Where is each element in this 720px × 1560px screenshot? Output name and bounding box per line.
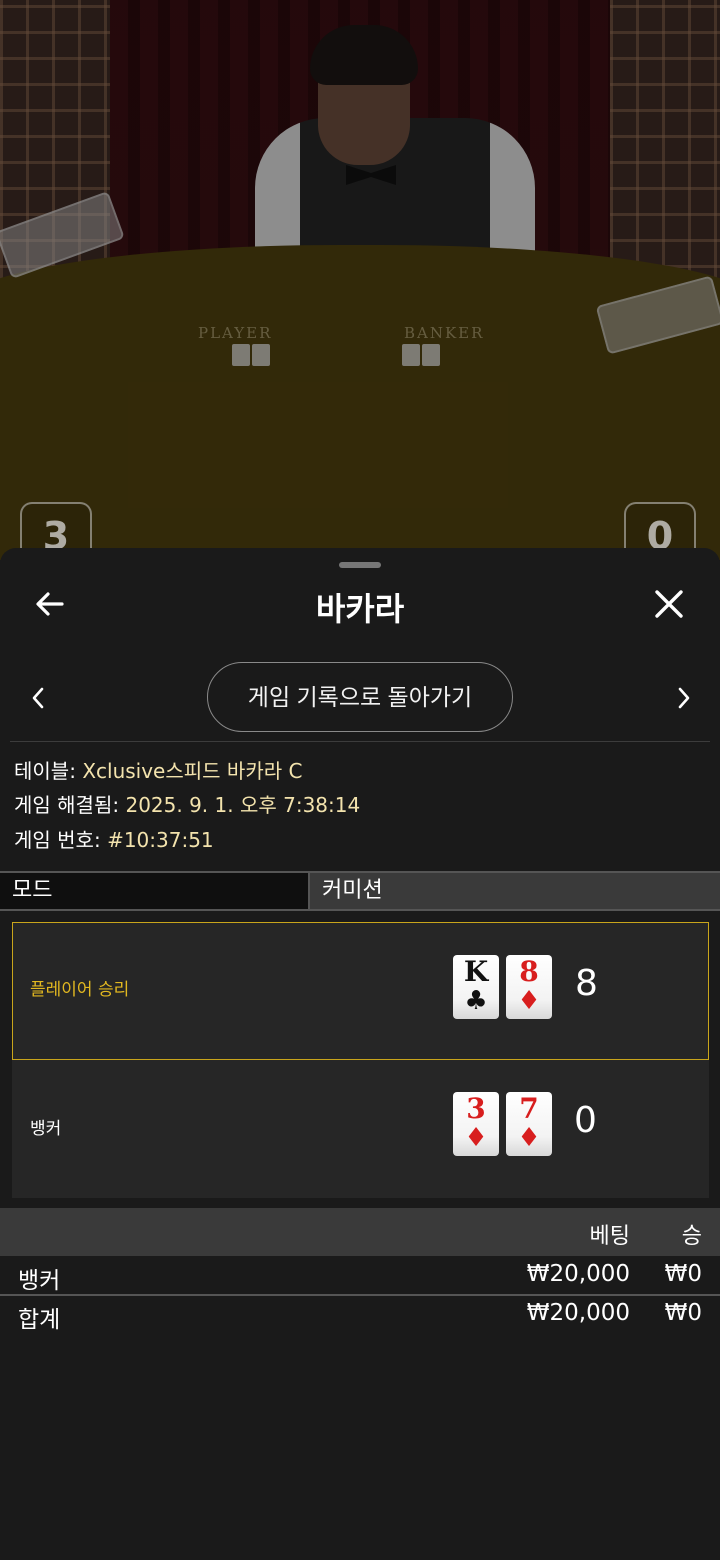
- win-amount: ₩0: [664, 1261, 702, 1287]
- chevron-left-icon: [32, 687, 44, 709]
- player-hand-score: 8: [575, 963, 598, 1004]
- diamond-icon: ♦: [517, 986, 541, 1016]
- mode-row: 모드 커미션: [0, 871, 720, 911]
- mode-label: 모드: [0, 873, 310, 909]
- banker-result: 뱅커 3 ♦ 7 ♦ 0: [12, 1060, 709, 1198]
- card-rank: 8: [519, 955, 539, 988]
- diamond-icon: ♦: [464, 1123, 488, 1153]
- banker-hand-score: 0: [574, 1100, 597, 1141]
- video-dim-overlay: [0, 0, 720, 560]
- playing-card: K ♣: [453, 955, 499, 1019]
- close-icon: [655, 590, 683, 618]
- bet-amount: ₩20,000: [526, 1300, 630, 1326]
- card-rank: 7: [519, 1092, 539, 1125]
- bet-name: 합계: [18, 1307, 61, 1333]
- game-detail-sheet: 바카라 게임 기록으로 돌아가기 테이블: Xclusive스피드 바카라 C …: [0, 548, 720, 1560]
- info-resolved-value: 2025. 9. 1. 오후 7:38:14: [125, 793, 361, 817]
- close-button[interactable]: [647, 582, 691, 626]
- next-game-button[interactable]: [662, 676, 706, 720]
- info-game-number: 게임 번호: #10:37:51: [14, 827, 214, 853]
- previous-game-button[interactable]: [16, 676, 60, 720]
- diamond-icon: ♦: [517, 1123, 541, 1153]
- info-table-key: 테이블:: [14, 759, 76, 783]
- info-table: 테이블: Xclusive스피드 바카라 C: [14, 758, 302, 784]
- bets-table-header: 베팅 승: [0, 1208, 720, 1256]
- card-rank: 3: [466, 1092, 486, 1125]
- bet-name: 뱅커: [18, 1268, 61, 1294]
- card-rank: K: [463, 955, 489, 988]
- playing-card: 7 ♦: [506, 1092, 552, 1156]
- info-table-value: Xclusive스피드 바카라 C: [82, 759, 303, 783]
- chevron-right-icon: [678, 687, 690, 709]
- table-row: 합계 ₩20,000 ₩0: [0, 1296, 720, 1334]
- back-to-history-button[interactable]: 게임 기록으로 돌아가기: [207, 662, 513, 732]
- bets-header-bet: 베팅: [589, 1224, 630, 1249]
- player-result: 플레이어 승리 K ♣ 8 ♦ 8: [12, 922, 709, 1060]
- playing-card: 3 ♦: [453, 1092, 499, 1156]
- info-number-key: 게임 번호:: [14, 828, 101, 852]
- info-resolved: 게임 해결됨: 2025. 9. 1. 오후 7:38:14: [14, 792, 360, 818]
- sheet-title: 바카라: [315, 590, 405, 628]
- player-result-label: 플레이어 승리: [30, 980, 130, 1000]
- divider: [10, 741, 710, 742]
- bets-header-win: 승: [681, 1224, 702, 1249]
- bet-amount: ₩20,000: [526, 1261, 630, 1287]
- commission-label: 커미션: [310, 873, 720, 909]
- info-number-value: #10:37:51: [107, 828, 214, 852]
- table-row: 뱅커 ₩20,000 ₩0: [0, 1257, 720, 1295]
- info-resolved-key: 게임 해결됨:: [14, 793, 120, 817]
- banker-result-label: 뱅커: [30, 1119, 62, 1139]
- club-icon: ♣: [464, 986, 488, 1016]
- sheet-drag-handle[interactable]: [339, 562, 381, 568]
- win-amount: ₩0: [664, 1300, 702, 1326]
- live-video: PLAYER BANKER 3 0: [0, 0, 720, 560]
- playing-card: 8 ♦: [506, 955, 552, 1019]
